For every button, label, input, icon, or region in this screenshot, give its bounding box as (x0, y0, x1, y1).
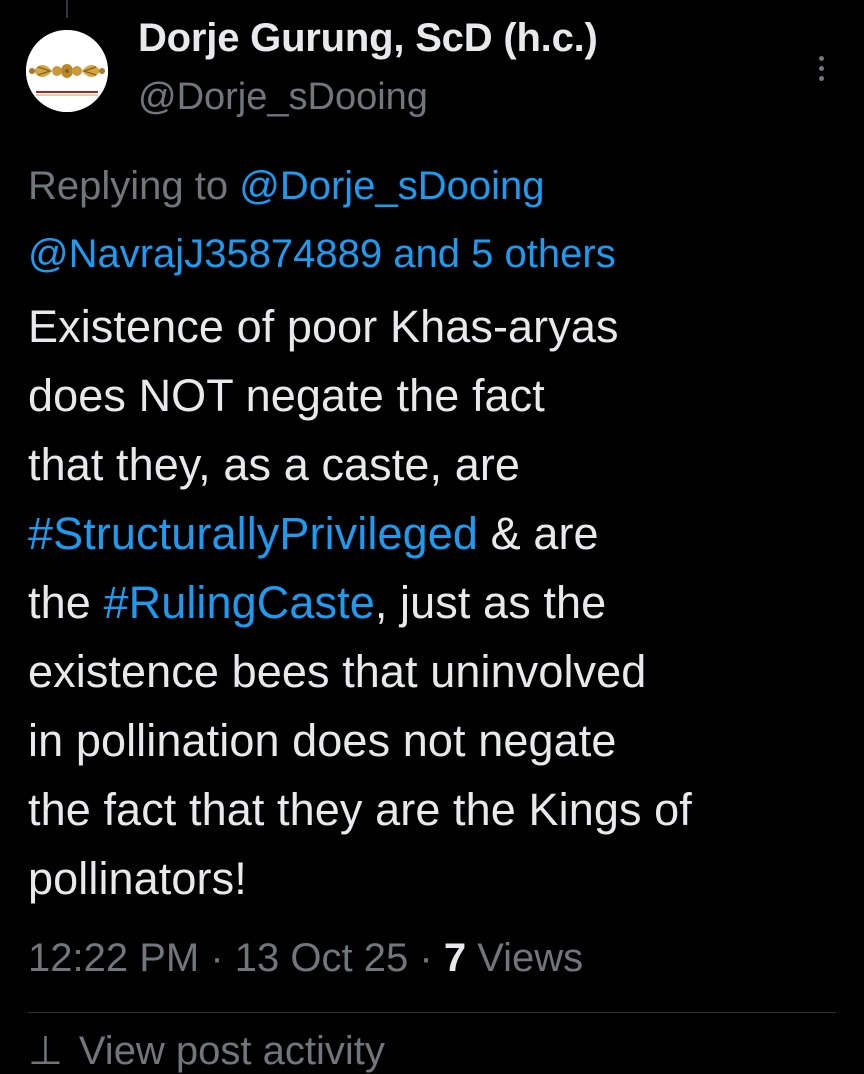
author-handle[interactable]: @Dorje_sDooing (138, 76, 428, 119)
tweet-meta: 12:22 PM · 13 Oct 25 · 7 Views (28, 928, 583, 988)
tweet-text-fragment: & are (478, 508, 599, 559)
tweet-line: in pollination does not negate (28, 715, 617, 766)
tweet-text-fragment: the (28, 577, 104, 628)
tweet-line: that they, as a caste, are (28, 439, 521, 490)
tweet-line: the fact that they are the Kings of (28, 784, 692, 835)
views-count: 7 (443, 936, 467, 980)
hashtag-link[interactable]: #StructurallyPrivileged (28, 508, 478, 559)
replying-prefix: Replying to (28, 164, 229, 208)
meta-separator: · (419, 936, 433, 980)
hashtag-link[interactable]: #RulingCaste (103, 577, 374, 628)
more-options-icon[interactable] (806, 48, 836, 88)
replying-to: Replying to @Dorje_sDooing @NavrajJ35874… (28, 152, 828, 288)
thread-connector-line (66, 0, 68, 18)
mention-and[interactable]: and (393, 232, 460, 276)
activity-chart-icon: ⊥ (28, 1029, 63, 1073)
tweet-line: the #RulingCaste, just as the (28, 568, 848, 637)
tweet-time[interactable]: 12:22 PM (28, 936, 199, 980)
tweet-line: pollinators! (28, 853, 247, 904)
tweet-line: #StructurallyPrivileged & are (28, 499, 848, 568)
more-dot (818, 75, 824, 81)
tweet-text-fragment: , just as the (374, 577, 607, 628)
author-display-name[interactable]: Dorje Gurung, ScD (h.c.) (138, 16, 598, 61)
mention-link[interactable]: @Dorje_sDooing (239, 164, 544, 208)
tweet-line: does NOT negate the fact (28, 370, 545, 421)
meta-separator: · (210, 936, 224, 980)
avatar[interactable] (26, 30, 108, 112)
others-link[interactable]: 5 others (471, 232, 616, 276)
tweet-line: Existence of poor Khas-aryas (28, 301, 619, 352)
mention-link[interactable]: @NavrajJ35874889 (28, 232, 382, 276)
view-post-activity-link[interactable]: ⊥ View post activity (28, 1028, 385, 1074)
tweet-line: existence bees that uninvolved (28, 646, 647, 697)
more-dot (818, 65, 824, 71)
views-label: Views (477, 936, 584, 980)
divider (28, 1012, 836, 1013)
more-dot (818, 55, 824, 61)
tweet-date[interactable]: 13 Oct 25 (235, 936, 408, 980)
tweet-text: Existence of poor Khas-aryas does NOT ne… (28, 292, 848, 913)
vajra-icon (26, 30, 108, 112)
activity-label: View post activity (78, 1029, 385, 1073)
